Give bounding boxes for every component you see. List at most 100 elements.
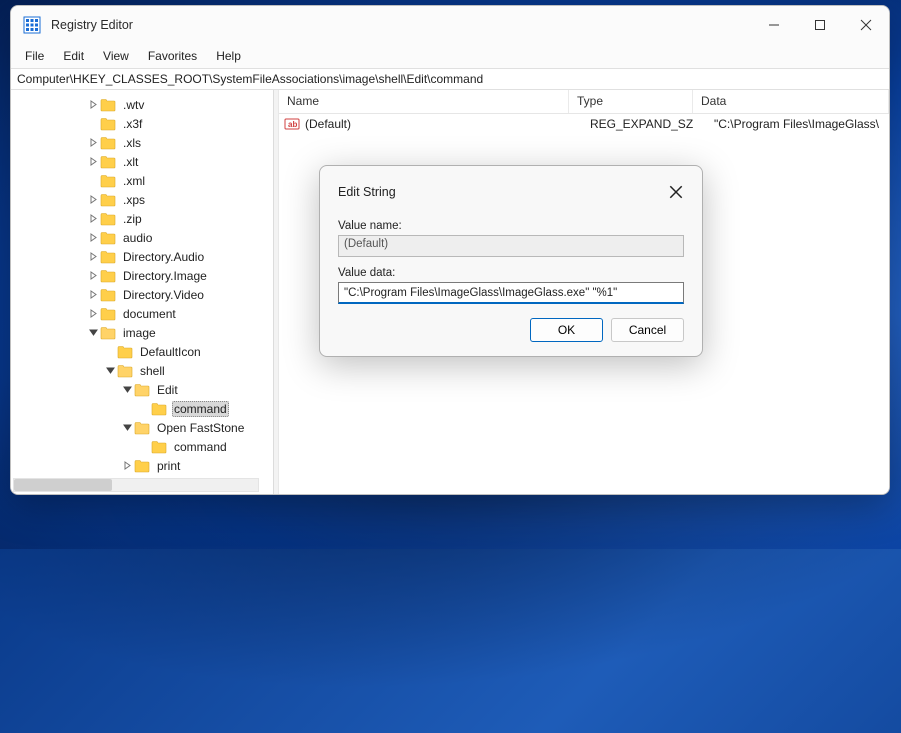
tree-item-shell[interactable]: shell xyxy=(13,361,271,380)
tree-item--zip[interactable]: .zip xyxy=(13,209,271,228)
tree-item-directory-video[interactable]: Directory.Video xyxy=(13,285,271,304)
tree-item-directory-audio[interactable]: Directory.Audio xyxy=(13,247,271,266)
chevron-right-icon[interactable] xyxy=(86,214,100,223)
tree-item-label: document xyxy=(121,307,178,321)
folder-icon xyxy=(117,364,133,378)
close-button[interactable] xyxy=(843,6,889,44)
menu-edit[interactable]: Edit xyxy=(63,49,84,63)
chevron-right-icon[interactable] xyxy=(86,271,100,280)
chevron-right-icon[interactable] xyxy=(86,195,100,204)
tree-item-command[interactable]: command xyxy=(13,399,271,418)
tree-item-label: .zip xyxy=(121,212,144,226)
list-cell-data: "C:\Program Files\ImageGlass\ xyxy=(714,117,889,131)
tree-item-defaulticon[interactable]: DefaultIcon xyxy=(13,342,271,361)
chevron-down-icon[interactable] xyxy=(120,385,134,394)
list-header: Name Type Data xyxy=(279,90,889,114)
list-cell-name: (Default) xyxy=(305,117,590,131)
chevron-right-icon[interactable] xyxy=(86,290,100,299)
tree-item-label: DefaultIcon xyxy=(138,345,203,359)
tree-item--wtv[interactable]: .wtv xyxy=(13,95,271,114)
chevron-right-icon[interactable] xyxy=(86,309,100,318)
tree-item--xps[interactable]: .xps xyxy=(13,190,271,209)
tree-item--x3f[interactable]: .x3f xyxy=(13,114,271,133)
menubar: File Edit View Favorites Help xyxy=(11,44,889,68)
tree-item-open-faststone[interactable]: Open FastStone xyxy=(13,418,271,437)
folder-icon xyxy=(100,269,116,283)
address-path: Computer\HKEY_CLASSES_ROOT\SystemFileAss… xyxy=(17,72,483,86)
tree-item-directory-image[interactable]: Directory.Image xyxy=(13,266,271,285)
chevron-right-icon[interactable] xyxy=(86,138,100,147)
regedit-icon xyxy=(23,16,41,34)
tree-item--xlt[interactable]: .xlt xyxy=(13,152,271,171)
tree-item--xls[interactable]: .xls xyxy=(13,133,271,152)
folder-icon xyxy=(100,250,116,264)
chevron-right-icon[interactable] xyxy=(120,461,134,470)
chevron-right-icon[interactable] xyxy=(86,252,100,261)
value-data-input[interactable] xyxy=(338,282,684,304)
tree-horizontal-scrollbar[interactable] xyxy=(13,478,259,492)
tree-item-label: Directory.Audio xyxy=(121,250,206,264)
folder-icon xyxy=(100,288,116,302)
tree-item-label: Open FastStone xyxy=(155,421,246,435)
tree-item-image[interactable]: image xyxy=(13,323,271,342)
tree-item-label: Edit xyxy=(155,383,180,397)
menu-file[interactable]: File xyxy=(25,49,44,63)
tree-item-label: print xyxy=(155,459,182,473)
tree-item-label: shell xyxy=(138,364,167,378)
window-title: Registry Editor xyxy=(51,18,133,32)
folder-icon xyxy=(100,231,116,245)
column-header-data[interactable]: Data xyxy=(693,90,889,113)
tree-item-label: .xlt xyxy=(121,155,140,169)
tree-item-edit[interactable]: Edit xyxy=(13,380,271,399)
tree-item-print[interactable]: print xyxy=(13,456,271,475)
value-name-field[interactable]: (Default) xyxy=(338,235,684,257)
tree-item-command[interactable]: command xyxy=(13,437,271,456)
folder-icon xyxy=(134,421,150,435)
edit-string-dialog: Edit String Value name: (Default) Value … xyxy=(319,165,703,357)
maximize-button[interactable] xyxy=(797,6,843,44)
tree-item-label: command xyxy=(172,440,229,454)
folder-icon xyxy=(100,136,116,150)
folder-icon xyxy=(100,117,116,131)
dialog-close-button[interactable] xyxy=(668,184,684,200)
list-row[interactable]: ab (Default) REG_EXPAND_SZ "C:\Program F… xyxy=(279,114,889,134)
chevron-right-icon[interactable] xyxy=(86,157,100,166)
chevron-down-icon[interactable] xyxy=(103,366,117,375)
chevron-right-icon[interactable] xyxy=(86,100,100,109)
chevron-down-icon[interactable] xyxy=(86,328,100,337)
column-header-type[interactable]: Type xyxy=(569,90,693,113)
folder-icon xyxy=(100,155,116,169)
tree-item-label: .x3f xyxy=(121,117,144,131)
tree-item-document[interactable]: document xyxy=(13,304,271,323)
ok-button[interactable]: OK xyxy=(530,318,603,342)
folder-icon xyxy=(151,440,167,454)
tree-item-label: .xps xyxy=(121,193,147,207)
chevron-down-icon[interactable] xyxy=(120,423,134,432)
dialog-title: Edit String xyxy=(338,185,396,199)
tree-item-label: Directory.Image xyxy=(121,269,209,283)
tree-item-label: Directory.Video xyxy=(121,288,206,302)
tree-item-label: audio xyxy=(121,231,154,245)
address-bar[interactable]: Computer\HKEY_CLASSES_ROOT\SystemFileAss… xyxy=(11,68,889,90)
tree-item--xml[interactable]: .xml xyxy=(13,171,271,190)
folder-icon xyxy=(100,174,116,188)
menu-favorites[interactable]: Favorites xyxy=(148,49,197,63)
tree-item-label: .xml xyxy=(121,174,147,188)
folder-icon xyxy=(117,345,133,359)
folder-icon xyxy=(100,307,116,321)
folder-icon xyxy=(100,98,116,112)
chevron-right-icon[interactable] xyxy=(86,233,100,242)
titlebar[interactable]: Registry Editor xyxy=(11,6,889,44)
tree-item-audio[interactable]: audio xyxy=(13,228,271,247)
minimize-button[interactable] xyxy=(751,6,797,44)
tree-item-label: .xls xyxy=(121,136,143,150)
tree-pane[interactable]: .wtv .x3f .xls .xlt .xml .xps .zip audio Directo… xyxy=(11,90,274,494)
column-header-name[interactable]: Name xyxy=(279,90,569,113)
menu-help[interactable]: Help xyxy=(216,49,241,63)
cancel-button[interactable]: Cancel xyxy=(611,318,684,342)
folder-icon xyxy=(100,326,116,340)
svg-text:ab: ab xyxy=(288,120,297,129)
menu-view[interactable]: View xyxy=(103,49,129,63)
tree-item-label: image xyxy=(121,326,158,340)
list-cell-type: REG_EXPAND_SZ xyxy=(590,117,714,131)
